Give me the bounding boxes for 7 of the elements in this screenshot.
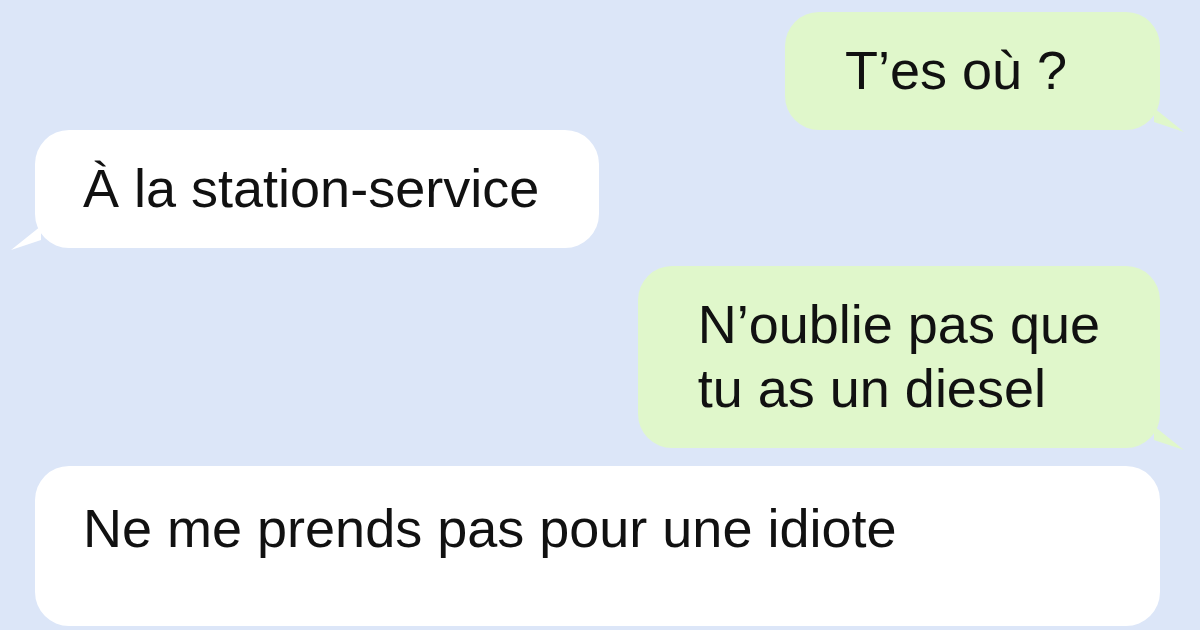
message-bubble: T’es où ? bbox=[785, 12, 1160, 130]
message-bubble: Ne me prends pas pour une idiote bbox=[35, 466, 1160, 626]
message-bubble: À la station-service bbox=[35, 130, 600, 248]
message-bubble: N’oublie pas que tu as un diesel bbox=[637, 266, 1160, 448]
bubble-tail bbox=[11, 226, 41, 250]
bubble-tail bbox=[1154, 108, 1184, 132]
bubble-tail bbox=[1154, 426, 1184, 450]
